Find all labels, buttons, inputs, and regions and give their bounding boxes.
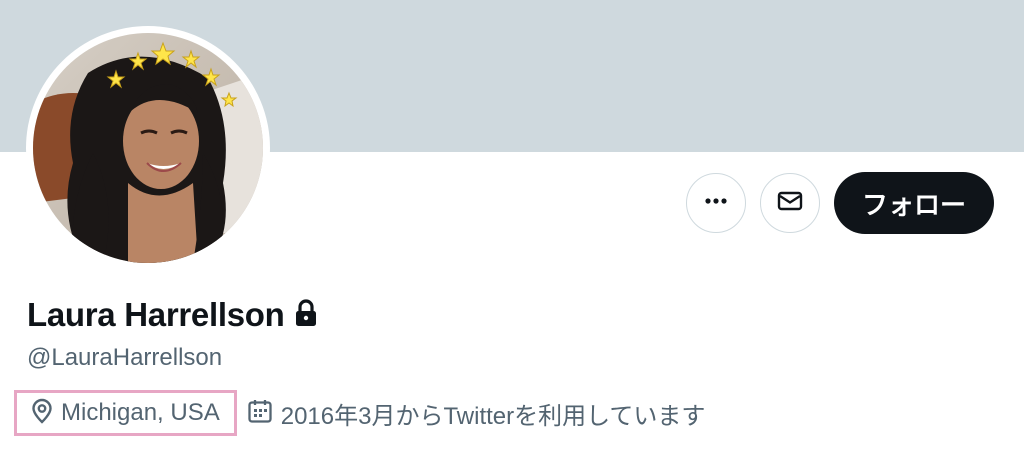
joined-date: 2016年3月からTwitterを利用しています — [247, 396, 706, 431]
avatar-photo — [33, 33, 263, 263]
display-name: Laura Harrellson — [27, 296, 285, 333]
joined-text: 2016年3月からTwitterを利用しています — [280, 402, 706, 430]
location-text: Michigan, USA — [61, 399, 220, 426]
profile-actions: フォロー — [685, 172, 994, 234]
map-pin-icon — [31, 398, 53, 428]
follow-button[interactable]: フォロー — [833, 172, 994, 234]
more-button[interactable] — [685, 173, 746, 233]
calendar-icon — [247, 398, 273, 428]
lock-icon — [294, 299, 318, 331]
profile-avatar[interactable] — [26, 26, 270, 270]
more-dots-icon — [703, 188, 729, 218]
location-highlight: Michigan, USA — [14, 390, 237, 436]
username-handle: @LauraHarrellson — [27, 344, 223, 371]
message-button[interactable] — [759, 173, 820, 233]
profile-meta: Michigan, USA 2016年3月からTwitterを利用しています — [14, 390, 705, 436]
envelope-icon — [776, 187, 804, 219]
display-name-row: Laura Harrellson — [27, 296, 318, 334]
